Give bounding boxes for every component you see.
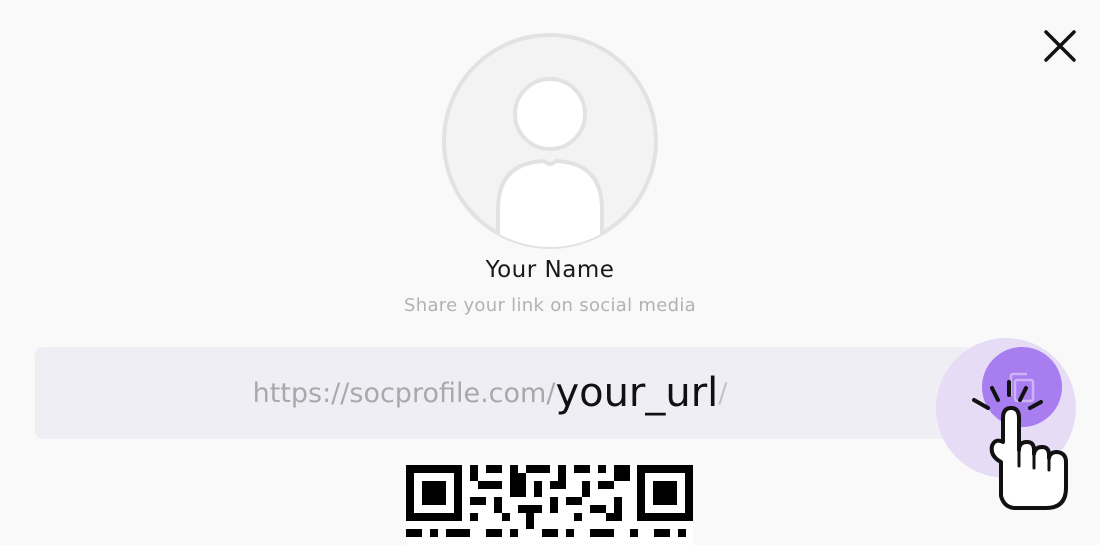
close-button[interactable] <box>1040 26 1080 66</box>
avatar <box>440 31 660 251</box>
user-avatar-icon <box>442 33 658 249</box>
url-prefix: https://socprofile.com/ <box>252 377 556 409</box>
url-slug: your_url <box>555 370 719 416</box>
profile-link-field[interactable]: https://socprofile.com/ your_url / <box>35 347 975 439</box>
qr-code-image <box>406 465 693 537</box>
hand-pointer <box>968 378 1088 518</box>
profile-subtitle: Share your link on social media <box>404 295 696 316</box>
url-suffix: / <box>718 377 728 409</box>
hand-pointer-icon <box>972 380 1068 510</box>
qr-code <box>406 465 693 545</box>
profile-name: Your Name <box>485 257 615 283</box>
close-icon <box>1044 30 1076 62</box>
